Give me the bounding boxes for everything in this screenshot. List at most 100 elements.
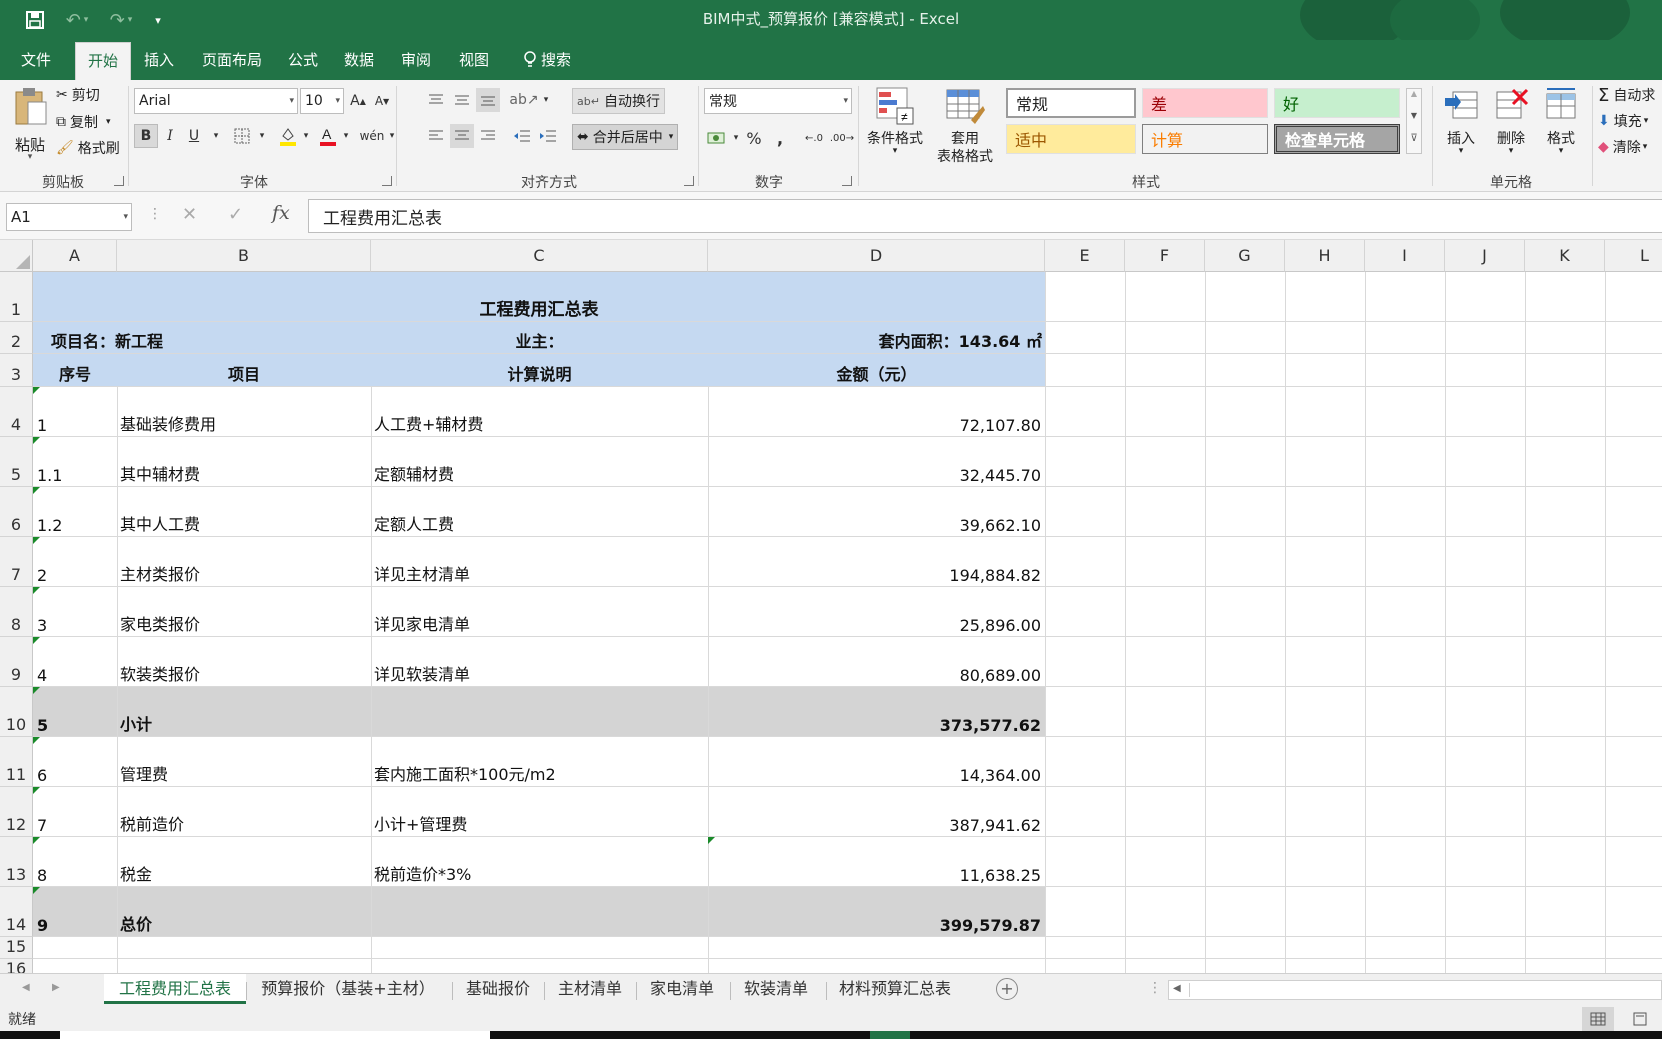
cell-description[interactable]: 详见主材清单 bbox=[374, 537, 470, 587]
column-header[interactable]: D bbox=[708, 240, 1045, 272]
column-header[interactable]: C bbox=[371, 240, 708, 272]
tab-home[interactable]: 开始 bbox=[75, 42, 131, 80]
cell-no[interactable]: 1.1 bbox=[37, 437, 62, 487]
row-header[interactable]: 4 bbox=[0, 387, 33, 437]
column-header[interactable]: E bbox=[1045, 240, 1125, 272]
cell-amount[interactable]: 387,941.62 bbox=[708, 787, 1041, 837]
font-size-select[interactable]: 10 ▾ bbox=[300, 88, 344, 114]
tab-review[interactable]: 审阅 bbox=[393, 40, 439, 80]
chevron-down-icon[interactable]: ▼ bbox=[1407, 111, 1421, 133]
cell-item[interactable]: 小计 bbox=[120, 687, 152, 737]
cell-item[interactable]: 家电类报价 bbox=[120, 587, 200, 637]
page-layout-view-icon[interactable] bbox=[1624, 1007, 1656, 1031]
sheet-tab[interactable]: 基础报价 bbox=[454, 974, 542, 1004]
column-header[interactable]: J bbox=[1445, 240, 1525, 272]
copy-button[interactable]: ⧉ 复制 ▾ bbox=[56, 111, 111, 133]
cell-description[interactable]: 人工费+辅材费 bbox=[374, 387, 483, 437]
normal-view-icon[interactable] bbox=[1582, 1007, 1614, 1031]
more-styles-icon[interactable]: ⊽ bbox=[1407, 133, 1421, 153]
format-painter-button[interactable]: 🖌 格式刷 bbox=[56, 137, 120, 159]
cell-description[interactable]: 税前造价*3% bbox=[374, 837, 471, 887]
column-header[interactable]: K bbox=[1525, 240, 1605, 272]
cell-item[interactable]: 总价 bbox=[120, 887, 152, 937]
tab-page-layout[interactable]: 页面布局 bbox=[194, 40, 270, 80]
clear-button[interactable]: ◆ 清除 ▾ bbox=[1598, 136, 1647, 158]
comma-style-icon[interactable]: , bbox=[768, 126, 792, 150]
cell-item[interactable]: 基础装修费用 bbox=[120, 387, 216, 437]
scroll-left-icon[interactable]: ◀ bbox=[1173, 983, 1181, 994]
italic-button[interactable]: I bbox=[158, 124, 182, 148]
horizontal-scrollbar[interactable]: ◀ bbox=[1168, 980, 1662, 1000]
autosum-button[interactable]: Σ 自动求 bbox=[1598, 84, 1655, 106]
row-header[interactable]: 8 bbox=[0, 587, 33, 637]
tab-view[interactable]: 视图 bbox=[451, 40, 497, 80]
increase-font-icon[interactable]: A ▲ bbox=[346, 89, 370, 113]
cell-amount[interactable]: 373,577.62 bbox=[708, 687, 1041, 737]
increase-indent-icon[interactable] bbox=[536, 124, 560, 148]
row-header[interactable]: 12 bbox=[0, 787, 33, 837]
style-bad[interactable]: 差 bbox=[1142, 88, 1268, 118]
conditional-format-button[interactable]: ≠ 条件格式 ▾ bbox=[862, 84, 928, 170]
column-header[interactable]: F bbox=[1125, 240, 1205, 272]
cell-no[interactable]: 2 bbox=[37, 537, 47, 587]
cell-amount[interactable]: 399,579.87 bbox=[708, 887, 1041, 937]
column-header[interactable]: A bbox=[33, 240, 117, 272]
sheet-tab[interactable]: 工程费用汇总表 bbox=[104, 974, 246, 1004]
cell-no[interactable]: 1.2 bbox=[37, 487, 62, 537]
cell-description[interactable]: 详见软装清单 bbox=[374, 637, 470, 687]
align-right-icon[interactable] bbox=[476, 124, 500, 148]
cell-no[interactable]: 9 bbox=[37, 887, 48, 937]
chevron-up-icon[interactable]: ▲ bbox=[1407, 89, 1421, 111]
add-sheet-icon[interactable]: + bbox=[996, 978, 1018, 1000]
styles-gallery-scroll[interactable]: ▲ ▼ ⊽ bbox=[1406, 88, 1422, 154]
sheet-tab[interactable]: 主材清单 bbox=[546, 974, 634, 1004]
sheet-tab[interactable]: 预算报价（基装+主材） bbox=[248, 974, 448, 1004]
select-all-corner[interactable] bbox=[0, 240, 33, 272]
delete-cells-button[interactable]: 删除 ▾ bbox=[1486, 84, 1536, 170]
cell-description[interactable]: 小计+管理费 bbox=[374, 787, 467, 837]
bold-button[interactable]: B bbox=[134, 124, 158, 148]
row-header[interactable]: 16 bbox=[0, 959, 33, 973]
row-header[interactable]: 14 bbox=[0, 887, 33, 937]
tab-file[interactable]: 文件 bbox=[10, 40, 62, 80]
column-header[interactable]: H bbox=[1285, 240, 1365, 272]
cell-item[interactable]: 税前造价 bbox=[120, 787, 184, 837]
row-header[interactable]: 13 bbox=[0, 837, 33, 887]
format-cells-button[interactable]: 格式 ▾ bbox=[1536, 84, 1586, 170]
cell-amount[interactable]: 39,662.10 bbox=[708, 487, 1041, 537]
cell-amount[interactable]: 72,107.80 bbox=[708, 387, 1041, 437]
cell-amount[interactable]: 32,445.70 bbox=[708, 437, 1041, 487]
cell-amount[interactable]: 11,638.25 bbox=[708, 837, 1041, 887]
sheet-tab[interactable]: 材料预算汇总表 bbox=[828, 974, 962, 1004]
cell-no[interactable]: 3 bbox=[37, 587, 47, 637]
increase-decimal-icon[interactable]: ←.0 bbox=[802, 126, 826, 150]
row-header[interactable]: 2 bbox=[0, 322, 33, 354]
tab-insert[interactable]: 插入 bbox=[136, 40, 182, 80]
cell-item[interactable]: 软装类报价 bbox=[120, 637, 200, 687]
align-left-icon[interactable] bbox=[424, 124, 448, 148]
row-header[interactable]: 3 bbox=[0, 354, 33, 387]
decrease-font-icon[interactable]: A ▼ bbox=[370, 89, 394, 113]
chevron-down-icon[interactable]: ▾ bbox=[334, 124, 358, 148]
merge-center-button[interactable]: ⬌ 合并后居中 ▾ bbox=[572, 124, 679, 150]
row-header[interactable]: 10 bbox=[0, 687, 33, 737]
wrap-text-button[interactable]: ab↵ 自动换行 bbox=[572, 88, 665, 114]
chevron-down-icon[interactable]: ▾ bbox=[294, 124, 318, 148]
number-format-select[interactable]: 常规 ▾ bbox=[704, 88, 852, 114]
tab-splitter-icon[interactable]: ⋮ bbox=[1148, 980, 1162, 996]
cell-item[interactable]: 其中人工费 bbox=[120, 487, 200, 537]
tab-data[interactable]: 数据 bbox=[336, 40, 382, 80]
insert-cells-button[interactable]: 插入 ▾ bbox=[1436, 84, 1486, 170]
tab-formulas[interactable]: 公式 bbox=[280, 40, 326, 80]
formula-input[interactable]: 工程费用汇总表 bbox=[308, 199, 1662, 233]
column-header[interactable]: B bbox=[117, 240, 371, 272]
chevron-down-icon[interactable]: ▾ bbox=[534, 88, 558, 112]
row-header[interactable]: 11 bbox=[0, 737, 33, 787]
cell-no[interactable]: 4 bbox=[37, 637, 47, 687]
row-header[interactable]: 1 bbox=[0, 272, 33, 322]
align-bottom-icon[interactable] bbox=[476, 88, 500, 112]
style-good[interactable]: 好 bbox=[1274, 88, 1400, 118]
column-header[interactable]: I bbox=[1365, 240, 1445, 272]
underline-button[interactable]: U bbox=[182, 124, 206, 148]
cell-amount[interactable]: 194,884.82 bbox=[708, 537, 1041, 587]
